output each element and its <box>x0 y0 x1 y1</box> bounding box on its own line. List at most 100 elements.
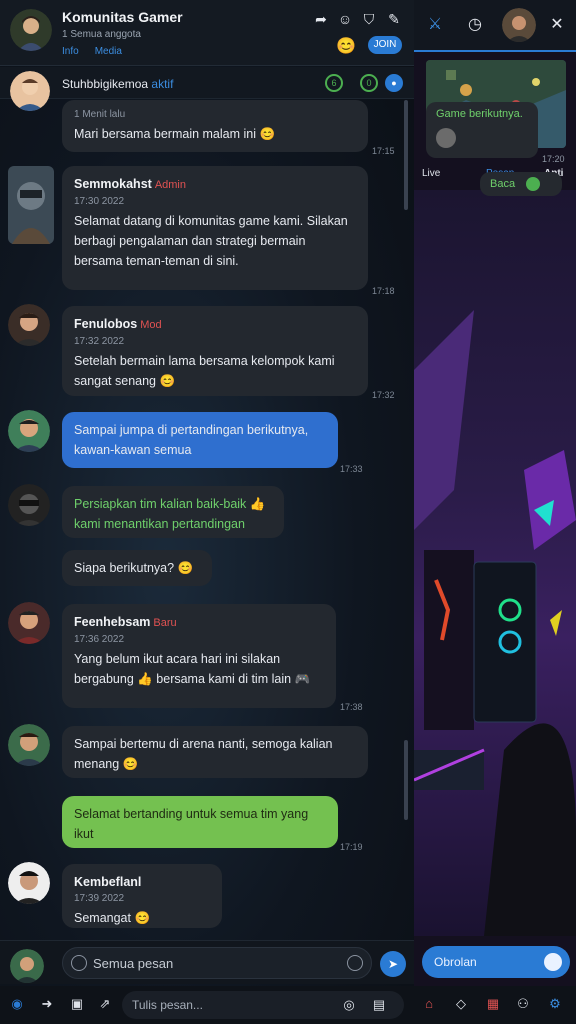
gaming-room-background <box>414 190 576 936</box>
message-input[interactable]: Semua pesan <box>62 947 372 979</box>
side-message-bubble[interactable]: Game berikutnya. <box>426 102 538 158</box>
message-text: Mari bersama bermain malam ini 😊 <box>74 127 276 141</box>
message-text: Setelah bermain lama bersama kelompok ka… <box>74 354 335 388</box>
side-composer-placeholder: Obrolan <box>434 955 477 969</box>
chat-bubble-icon[interactable]: ● <box>385 74 403 92</box>
chat-title: Komunitas Gamer <box>62 9 183 25</box>
message-bubble[interactable]: Siapa berikutnya? 😊 <box>62 550 212 586</box>
side-avatar[interactable] <box>502 8 536 42</box>
shield-icon[interactable]: ⛉ <box>360 10 378 28</box>
message-bubble[interactable]: Sampai bertemu di arena nanti, semoga ka… <box>62 726 368 778</box>
pinned-label: Stuhbbigikemoa aktif <box>62 77 173 91</box>
message-text: Selamat datang di komunitas game kami. S… <box>74 214 348 268</box>
side-header: ⚔ ◷ ✕ <box>414 0 576 52</box>
sender-name[interactable]: Kembeflanl <box>74 875 141 889</box>
message-meta: 17:30 2022 <box>74 196 125 207</box>
message-time: 17:38 <box>340 702 363 712</box>
status-emoji: 😊 <box>336 38 356 55</box>
message-bubble[interactable]: Kembeflanl 17:39 2022 Semangat 😊 <box>62 864 222 928</box>
side-message-time: 17:20 <box>542 154 565 164</box>
header-tabs: Info Media <box>62 46 122 57</box>
edit-icon[interactable]: ✎ <box>385 10 403 28</box>
pinned-text: Stuhbbigikemoa <box>62 77 149 91</box>
pinned-highlight: aktif <box>151 77 174 91</box>
member-avatar[interactable] <box>8 304 50 346</box>
member-avatar[interactable] <box>8 484 50 526</box>
member-avatar[interactable] <box>8 410 50 452</box>
bottom-placeholder: Tulis pesan... <box>132 998 203 1012</box>
pinned-count-badge-2[interactable]: 0 <box>360 74 378 92</box>
sender-role: Admin <box>154 179 186 191</box>
clock-icon[interactable] <box>347 955 363 971</box>
sender-role: Baru <box>153 617 177 629</box>
message-bubble[interactable]: Feenhebsam Baru 17:36 2022 Yang belum iku… <box>62 604 336 708</box>
scrollbar-thumb-lower[interactable] <box>404 740 408 820</box>
forward-icon[interactable]: ➜ <box>38 995 56 1013</box>
join-button[interactable]: JOIN <box>368 36 402 54</box>
message-text: Sampai jumpa di pertandingan berikutnya,… <box>74 423 309 457</box>
pinned-bar[interactable]: Stuhbbigikemoa aktif 6 0 ● <box>0 67 414 111</box>
bottom-toolbar: ◉ ➜ ▣ ⇗ Tulis pesan... ◎ ▤ <box>0 986 414 1024</box>
message-text: Sampai bertemu di arena nanti, semoga ka… <box>74 737 333 771</box>
game-icon[interactable]: ⚔ <box>424 14 446 36</box>
pinned-avatar <box>10 71 50 111</box>
home-icon[interactable]: ◉ <box>8 995 26 1013</box>
message-bubble[interactable]: 1 Menit lalu Mari bersama bermain malam … <box>62 100 368 152</box>
record-icon[interactable]: ◎ <box>340 996 358 1014</box>
group-avatar[interactable] <box>10 9 52 51</box>
message-time: 17:15 <box>372 146 395 156</box>
message-text: Persiapkan tim kalian baik-baik 👍 kami m… <box>74 497 266 531</box>
attach-icon[interactable] <box>71 955 87 971</box>
tab-media[interactable]: Media <box>95 46 122 57</box>
gift-icon[interactable]: ⌂ <box>420 995 438 1013</box>
member-avatar[interactable] <box>8 166 54 244</box>
member-avatar[interactable] <box>8 724 50 766</box>
tab-live[interactable]: Live <box>422 168 440 179</box>
sender-name[interactable]: Semmokahst <box>74 177 152 191</box>
side-panel: ⚔ ◷ ✕ Live Pesan Anti <box>414 0 576 1024</box>
composer-bar: Semua pesan ➤ <box>0 940 414 984</box>
message-text: Selamat bertanding untuk semua tim yang … <box>74 807 309 841</box>
sticker-icon[interactable]: ▤ <box>370 996 388 1014</box>
emoji-icon[interactable]: ☺ <box>336 10 354 28</box>
message-bubble-own[interactable]: Sampai jumpa di pertandingan berikutnya,… <box>62 412 338 468</box>
chat-panel: Komunitas Gamer 1 Semua anggota Info Med… <box>0 0 414 1024</box>
send-button[interactable]: ➤ <box>380 951 406 977</box>
rocket-icon[interactable]: ⇗ <box>96 995 114 1013</box>
tag-icon[interactable]: ◇ <box>452 995 470 1013</box>
message-text: Siapa berikutnya? 😊 <box>74 561 194 575</box>
bottom-input[interactable]: Tulis pesan... ◎ ▤ <box>122 991 404 1019</box>
message-bubble[interactable]: Semmokahst Admin 17:30 2022 Selamat datan… <box>62 166 368 290</box>
chat-header: Komunitas Gamer 1 Semua anggota Info Med… <box>0 0 414 66</box>
message-bubble-own[interactable]: Selamat bertanding untuk semua tim yang … <box>62 796 338 848</box>
member-avatar[interactable] <box>8 602 50 644</box>
scrollbar-thumb[interactable] <box>404 100 408 210</box>
pinned-count-badge[interactable]: 6 <box>325 74 343 92</box>
message-meta: 17:39 2022 <box>74 893 125 904</box>
member-avatar[interactable] <box>8 862 50 904</box>
message-time: 17:19 <box>340 842 363 852</box>
side-read-bubble[interactable]: Baca <box>480 172 562 196</box>
settings-icon[interactable]: ⚙ <box>546 995 564 1013</box>
people-icon[interactable]: ⚇ <box>514 995 532 1013</box>
message-time: 17:32 <box>372 390 395 400</box>
sender-name[interactable]: Feenhebsam <box>74 615 150 629</box>
my-avatar[interactable] <box>10 949 44 983</box>
share-icon[interactable]: ➦ <box>312 10 330 28</box>
message-bubble[interactable]: Persiapkan tim kalian baik-baik 👍 kami m… <box>62 486 284 538</box>
coin-icon <box>436 128 456 148</box>
message-text: Yang belum ikut acara hari ini silakan b… <box>74 652 311 686</box>
message-text: Semangat 😊 <box>74 911 151 925</box>
side-message-text: Game berikutnya. <box>436 108 523 120</box>
message-bubble[interactable]: Fenulobos Mod 17:32 2022 Setelah bermain … <box>62 306 368 396</box>
side-composer[interactable]: Obrolan <box>422 946 570 978</box>
tab-info[interactable]: Info <box>62 46 79 57</box>
timer-icon[interactable]: ◷ <box>464 14 486 36</box>
close-icon[interactable]: ✕ <box>546 14 568 36</box>
side-read-text: Baca <box>490 177 516 190</box>
sender-role: Mod <box>140 319 162 331</box>
calendar-icon[interactable]: ▦ <box>484 995 502 1013</box>
gallery-icon[interactable]: ▣ <box>68 995 86 1013</box>
emoji-icon[interactable] <box>544 953 562 971</box>
sender-name[interactable]: Fenulobos <box>74 317 137 331</box>
